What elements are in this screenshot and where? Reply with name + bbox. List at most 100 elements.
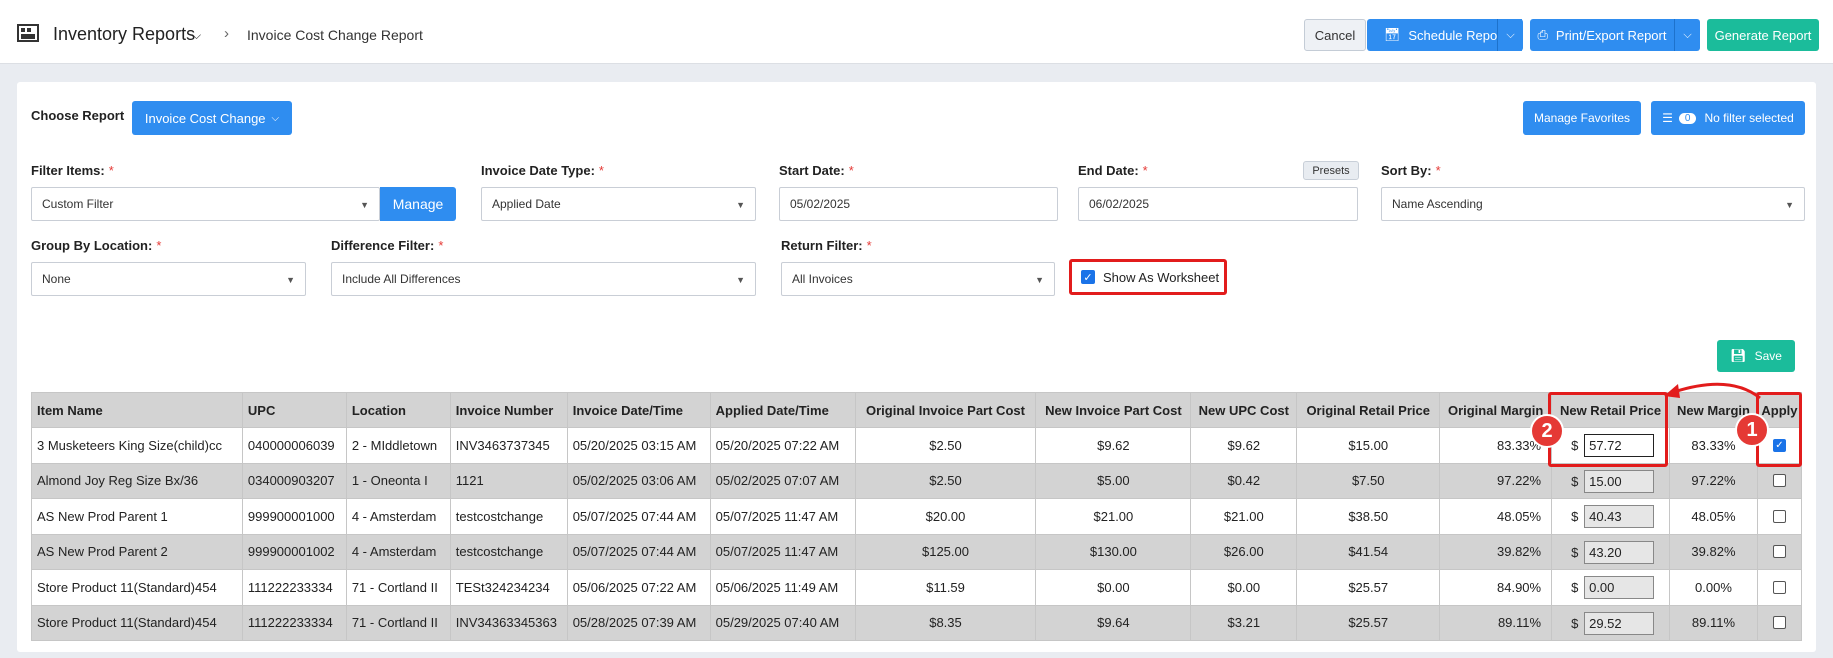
start-date-value: 05/02/2025: [790, 197, 851, 211]
required-mark: *: [156, 238, 162, 253]
column-header[interactable]: New UPC Cost: [1190, 392, 1298, 428]
column-header[interactable]: New Invoice Part Cost: [1035, 392, 1192, 428]
table-cell-item: 3 Musketeers King Size(child)cc: [31, 427, 243, 464]
required-mark: *: [1435, 163, 1441, 178]
filter-status-button[interactable]: ☰ 0 No filter selected: [1651, 101, 1805, 135]
table-cell-location: 1 - Oneonta I: [345, 462, 451, 499]
difference-filter-select[interactable]: Include All Differences ▼: [331, 262, 756, 296]
end-date-input[interactable]: 06/02/2025: [1078, 187, 1358, 221]
filter-items-value: Custom Filter: [42, 197, 114, 211]
invoice-date-type-label: Invoice Date Type: *: [481, 163, 604, 178]
return-filter-select[interactable]: All Invoices ▼: [781, 262, 1055, 296]
table-cell-item: Almond Joy Reg Size Bx/36: [31, 462, 243, 499]
sort-by-label-text: Sort By:: [1381, 163, 1432, 178]
table-cell-invoice-dt: 05/06/2025 07:22 AM: [566, 569, 711, 606]
table-cell-applied-dt: 05/07/2025 11:47 AM: [709, 533, 856, 570]
table-cell-invoice: INV3463737345: [449, 427, 568, 464]
column-header[interactable]: Item Name: [31, 392, 243, 428]
column-header[interactable]: UPC: [241, 392, 347, 428]
apply-checkbox[interactable]: [1772, 509, 1786, 523]
table-row: Almond Joy Reg Size Bx/36 034000903207 1 -…: [31, 462, 1803, 499]
presets-label: Presets: [1312, 164, 1350, 177]
table-row: AS New Prod Parent 2 999900001002 4 - Amst…: [31, 533, 1803, 570]
required-mark: *: [108, 163, 114, 178]
column-header[interactable]: Original Retail Price: [1296, 392, 1441, 428]
table-cell-orig-cost: $8.35: [854, 604, 1037, 641]
column-header[interactable]: Location: [345, 392, 451, 428]
column-header[interactable]: Invoice Number: [449, 392, 568, 428]
manage-favorites-button[interactable]: Manage Favorites: [1523, 101, 1641, 135]
table-cell-invoice: testcostchange: [449, 533, 568, 570]
table-cell-applied-dt: 05/20/2025 07:22 AM: [709, 427, 856, 464]
apply-checkbox[interactable]: [1772, 616, 1786, 630]
apply-checkbox[interactable]: [1772, 580, 1786, 594]
group-by-label-text: Group By Location:: [31, 238, 153, 253]
chevron-down-icon: ▼: [736, 200, 745, 210]
table-cell-orig-margin: 97.22%: [1439, 462, 1553, 499]
new-retail-price-input[interactable]: 57.72: [1584, 434, 1655, 457]
new-retail-price-input[interactable]: 43.20: [1584, 540, 1655, 564]
chevron-down-icon: ▼: [286, 275, 295, 285]
column-header[interactable]: Applied Date/Time: [709, 392, 856, 428]
start-date-input[interactable]: 05/02/2025: [779, 187, 1058, 221]
apply-checkbox[interactable]: ✓: [1772, 438, 1786, 452]
step-badge-1: 1: [1735, 413, 1769, 447]
return-filter-label: Return Filter: *: [781, 238, 872, 253]
cancel-button[interactable]: Cancel: [1304, 19, 1366, 51]
start-date-label: Start Date: *: [779, 163, 854, 178]
group-by-select[interactable]: None ▼: [31, 262, 306, 296]
print-export-button[interactable]: ⎙ Print/Export Report: [1530, 19, 1674, 51]
sort-by-select[interactable]: Name Ascending ▼: [1381, 187, 1805, 221]
manage-filter-button[interactable]: Manage: [380, 187, 456, 221]
chevron-down-icon: ⌵: [1683, 28, 1692, 41]
sort-by-label: Sort By: *: [1381, 163, 1441, 178]
table-cell-item: Store Product 11(Standard)454: [31, 604, 243, 641]
apply-checkbox[interactable]: [1772, 474, 1786, 488]
new-retail-price-input[interactable]: 29.52: [1584, 611, 1655, 635]
table-cell-orig-margin: 84.90%: [1439, 569, 1553, 606]
table-row: Store Product 11(Standard)454 11122223333…: [31, 569, 1803, 606]
chevron-down-icon: ▼: [1785, 200, 1794, 210]
table-cell-new-margin: 97.22%: [1669, 462, 1758, 499]
choose-report-label: Choose Report: [31, 108, 125, 123]
show-as-worksheet-checkbox[interactable]: ✓ Show As Worksheet: [1069, 259, 1227, 295]
save-label: Save: [1754, 349, 1782, 363]
presets-button[interactable]: Presets: [1303, 161, 1359, 180]
new-retail-price-input[interactable]: 0.00: [1584, 576, 1655, 599]
schedule-dropdown-toggle[interactable]: ⌵: [1497, 19, 1523, 51]
generate-report-button[interactable]: Generate Report: [1707, 19, 1819, 51]
table-cell-upc-cost: $0.00: [1190, 569, 1298, 606]
app-title[interactable]: Inventory Reports: [53, 24, 195, 45]
new-retail-price-input[interactable]: 15.00: [1584, 469, 1655, 493]
filter-count-badge: 0: [1678, 112, 1697, 124]
print-dropdown-toggle[interactable]: ⌵: [1674, 19, 1700, 51]
choose-report-dropdown[interactable]: Invoice Cost Change ⌵: [132, 101, 292, 135]
table-cell-orig-retail: $15.00: [1296, 427, 1441, 464]
invoice-date-type-select[interactable]: Applied Date ▼: [481, 187, 756, 221]
table-cell-orig-retail: $38.50: [1296, 498, 1441, 535]
chevron-down-icon[interactable]: ⌵: [192, 28, 201, 43]
apply-checkbox[interactable]: [1772, 545, 1786, 559]
table-cell-item: Store Product 11(Standard)454: [31, 569, 243, 606]
column-header[interactable]: New Retail Price: [1551, 392, 1671, 428]
invoice-date-type-value: Applied Date: [492, 197, 561, 211]
table-cell-invoice: INV34363345363: [449, 604, 568, 641]
warehouse-icon[interactable]: [17, 24, 39, 42]
breadcrumb: Invoice Cost Change Report: [247, 27, 423, 43]
sort-by-value: Name Ascending: [1392, 197, 1483, 211]
table-cell-new-cost: $21.00: [1035, 498, 1192, 535]
save-button[interactable]: 💾︎ Save: [1717, 340, 1795, 372]
new-retail-price-input[interactable]: 40.43: [1584, 505, 1655, 528]
return-filter-label-text: Return Filter:: [781, 238, 863, 253]
show-as-worksheet-label: Show As Worksheet: [1103, 269, 1220, 285]
table-cell-new-retail: $40.43: [1551, 498, 1671, 535]
filter-items-select[interactable]: Custom Filter ▼: [31, 187, 380, 221]
table-cell-new-margin: 0.00%: [1669, 569, 1758, 606]
table-cell-invoice: 1121: [449, 462, 568, 499]
table-row: AS New Prod Parent 1 999900001000 4 - Amst…: [31, 498, 1803, 535]
filter-items-label: Filter Items: *: [31, 163, 114, 178]
table-cell-new-retail: $57.72: [1551, 427, 1671, 464]
column-header[interactable]: Invoice Date/Time: [566, 392, 711, 428]
column-header[interactable]: Original Invoice Part Cost: [854, 392, 1037, 428]
currency-symbol: $: [1571, 473, 1579, 489]
